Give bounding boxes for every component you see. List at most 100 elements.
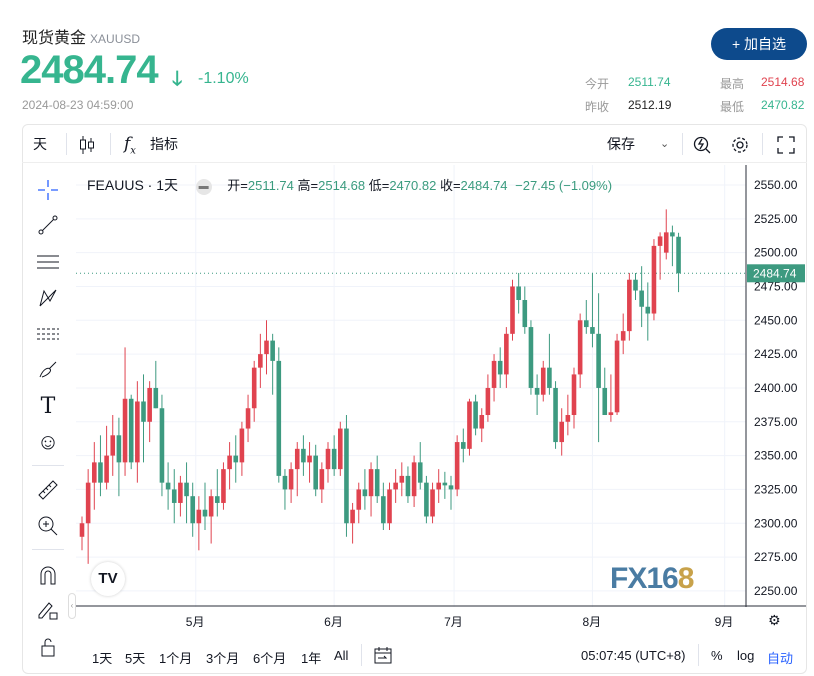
candle-body — [178, 482, 183, 503]
candle-body — [540, 367, 546, 395]
y-tick-label: 2525.00 — [754, 212, 798, 226]
legend-change: −27.45 (−1.09%) — [515, 178, 613, 193]
current-price: 2484.74 — [20, 48, 159, 92]
legend-close-label: 收= — [439, 178, 461, 193]
candle-body — [405, 475, 411, 497]
candle-body — [627, 279, 632, 332]
range-5d[interactable]: 5天 — [125, 648, 145, 667]
horizontal-lines-icon[interactable] — [34, 248, 62, 276]
candle-body — [362, 489, 368, 497]
zoom-in-icon[interactable] — [34, 512, 62, 540]
collapse-toolbar-handle[interactable]: ‹ — [68, 593, 76, 619]
auto-toggle[interactable]: 自动 — [767, 648, 793, 667]
log-toggle[interactable]: log — [737, 648, 754, 663]
add-to-watchlist-button[interactable]: + 加自选 — [711, 28, 807, 60]
y-tick-label: 2300.00 — [754, 516, 798, 530]
candle-body — [233, 455, 239, 463]
fx-icon[interactable]: fx — [124, 125, 136, 163]
legend-low: 2470.82 — [389, 178, 437, 193]
price-chart[interactable]: 2550.002525.002500.002475.002450.002425.… — [76, 165, 806, 607]
candle-body — [288, 469, 294, 490]
candle-body — [663, 232, 669, 253]
candle-body — [208, 496, 214, 517]
range-1d[interactable]: 1天 — [92, 648, 112, 667]
candle-body — [190, 496, 195, 524]
high-value: 2514.68 — [761, 75, 805, 89]
candle-body — [651, 245, 657, 314]
candle-body — [165, 482, 171, 490]
percent-toggle[interactable]: % — [711, 648, 723, 663]
candle-body — [639, 290, 644, 307]
candle-body — [159, 408, 165, 483]
tradingview-logo[interactable]: TV — [91, 562, 125, 596]
candle-body — [270, 340, 275, 361]
brush-icon[interactable] — [34, 356, 62, 384]
range-6m[interactable]: 6个月 — [253, 648, 286, 667]
candle-body — [454, 442, 460, 490]
candle-body — [528, 327, 534, 388]
legend-open-label: 开= — [227, 178, 248, 193]
lock-drawings-icon[interactable] — [34, 596, 62, 624]
candle-body — [534, 387, 540, 395]
candle-body — [565, 415, 571, 422]
x-tick-label: 7月 — [444, 615, 463, 629]
candle-body — [356, 489, 362, 510]
candle-body — [227, 455, 232, 470]
candle-body — [325, 448, 331, 470]
range-1y[interactable]: 1年 — [301, 648, 321, 667]
candle-body — [350, 509, 355, 524]
candle-body — [116, 435, 122, 463]
emoji-icon[interactable]: ☺ — [34, 428, 62, 456]
ruler-icon[interactable] — [34, 476, 62, 504]
candle-body — [491, 360, 497, 388]
candle-body — [657, 236, 663, 246]
candle-body — [338, 428, 343, 470]
y-tick-label: 2275.00 — [754, 550, 798, 564]
candle-body — [522, 300, 528, 328]
candle-body — [399, 475, 405, 483]
pattern-icon[interactable] — [34, 284, 62, 312]
chevron-down-icon[interactable]: ⌄ — [660, 125, 669, 163]
candle-body — [374, 469, 380, 497]
clock[interactable]: 05:07:45 (UTC+8) — [581, 648, 685, 663]
candle-body — [436, 482, 441, 490]
candle-body — [368, 469, 374, 497]
candle-body — [430, 489, 435, 517]
gear-icon[interactable] — [730, 125, 750, 163]
candle-body — [381, 496, 386, 524]
y-tick-label: 2450.00 — [754, 313, 798, 327]
candle-body — [141, 401, 146, 422]
candle-type-icon[interactable] — [79, 125, 95, 163]
text-icon[interactable]: T — [34, 392, 62, 420]
instrument-title: 现货黄金 XAUUSD — [22, 24, 140, 48]
legend-toggle[interactable]: ▬ — [195, 178, 212, 195]
projection-icon[interactable] — [34, 320, 62, 348]
candle-body — [596, 333, 601, 388]
candle-body — [676, 236, 681, 274]
candle-body — [98, 462, 103, 483]
y-tick-label: 2350.00 — [754, 449, 798, 463]
candle-body — [79, 523, 85, 537]
range-1m[interactable]: 1个月 — [159, 648, 192, 667]
interval-button[interactable]: 天 — [33, 125, 47, 163]
candle-body — [497, 360, 503, 375]
open-label: 今开 — [585, 77, 610, 91]
candle-body — [251, 367, 257, 409]
save-button[interactable]: 保存 — [607, 125, 635, 163]
candle-body — [387, 489, 392, 524]
crosshair-icon[interactable] — [34, 176, 62, 204]
y-tick-label: 2375.00 — [754, 415, 798, 429]
unlock-icon[interactable] — [34, 633, 62, 661]
trend-line-icon[interactable] — [34, 211, 62, 239]
magnet-icon[interactable] — [34, 561, 62, 589]
indicators-button[interactable]: 指标 — [150, 125, 178, 163]
range-all[interactable]: All — [334, 648, 348, 663]
quick-search-icon[interactable] — [692, 125, 712, 163]
range-3m[interactable]: 3个月 — [206, 648, 239, 667]
time-axis[interactable]: 5月 6月 7月 8月 9月 — [76, 607, 746, 635]
goto-date-icon[interactable] — [373, 645, 393, 668]
fullscreen-icon[interactable] — [777, 125, 795, 163]
prev-close-value: 2512.19 — [628, 98, 672, 112]
candle-body — [633, 279, 638, 291]
axis-settings-icon[interactable]: ⚙ — [768, 612, 781, 629]
